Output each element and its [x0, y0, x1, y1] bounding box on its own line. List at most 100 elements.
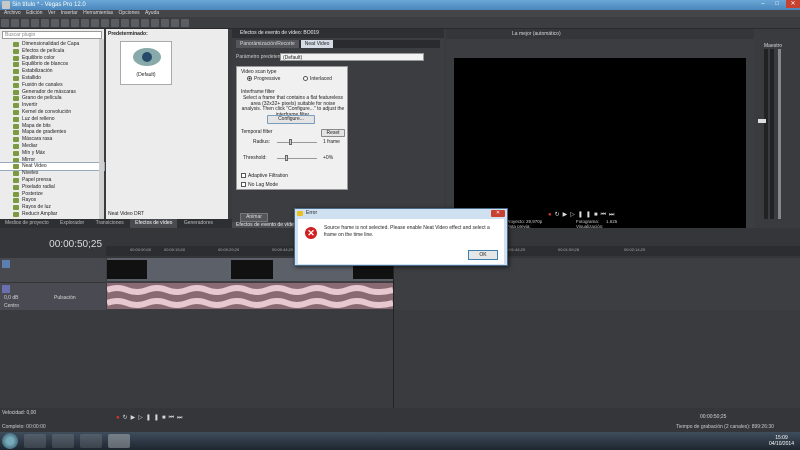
edit-tool-icon[interactable] [141, 19, 149, 27]
fx-chain-neat-video[interactable]: Neat Video [300, 40, 334, 48]
zoom-tool-icon[interactable] [171, 19, 179, 27]
effect-item[interactable]: Estallido [0, 75, 104, 82]
taskbar-firefox-icon[interactable] [80, 434, 102, 448]
tab-video-fx[interactable]: Efectos de vídeo [130, 219, 178, 228]
dialog-close-button[interactable]: ✕ [491, 210, 505, 217]
effect-item[interactable]: Papel prensa [0, 177, 104, 184]
reset-button[interactable]: Reset [321, 129, 345, 137]
new-icon[interactable] [1, 19, 9, 27]
envelope-tool-icon[interactable] [151, 19, 159, 27]
master-fader-left[interactable] [758, 119, 766, 123]
effect-item[interactable]: Luz del relleno [0, 116, 104, 123]
copy-icon[interactable] [61, 19, 69, 27]
effect-item[interactable]: Invertir [0, 102, 104, 109]
save-icon[interactable] [21, 19, 29, 27]
menu-ver[interactable]: Ver [48, 10, 56, 16]
taskbar-vegas-icon[interactable] [108, 434, 130, 448]
taskbar-chrome-icon[interactable] [52, 434, 74, 448]
stop-icon[interactable]: ■ [594, 212, 601, 218]
menu-ayuda[interactable]: Ayuda [145, 10, 159, 16]
start-button[interactable] [2, 433, 18, 449]
render-icon[interactable] [31, 19, 39, 27]
taskbar-explorer-icon[interactable] [24, 434, 46, 448]
radius-slider-thumb[interactable] [289, 139, 292, 145]
effect-item[interactable]: Máscara rasa [0, 136, 104, 143]
help-icon[interactable] [181, 19, 189, 27]
menu-herramientas[interactable]: Herramientas [83, 10, 113, 16]
cut-icon[interactable] [51, 19, 59, 27]
effect-item[interactable]: Niveles [0, 170, 104, 177]
prev-icon[interactable]: ⏮ [601, 212, 609, 218]
fx-chain-pan-crop[interactable]: Panorámización/Recorte [236, 40, 299, 48]
effect-item[interactable]: Mediar [0, 143, 104, 150]
delete-icon[interactable] [81, 19, 89, 27]
effect-item[interactable]: Posterize [0, 191, 104, 198]
effect-item[interactable]: Mapa de bits [0, 123, 104, 130]
effect-item[interactable]: Rayos de luz [0, 204, 104, 211]
effect-item[interactable]: Mirror [0, 157, 104, 164]
effect-item[interactable]: Equilibrio de blancos [0, 61, 104, 68]
progressive-radio[interactable]: Progressive [247, 76, 280, 82]
record-icon[interactable]: ● [548, 212, 555, 218]
snap-icon[interactable] [111, 19, 119, 27]
fx-preset-dropdown[interactable]: (Default) [280, 53, 424, 61]
audio-track-header[interactable]: 0,0 dB Pulsación Centro [0, 282, 106, 310]
playhead-cursor[interactable] [393, 246, 394, 408]
effect-item[interactable]: Generador de máscaras [0, 89, 104, 96]
tab-transitions[interactable]: Transiciones [91, 219, 129, 228]
tab-generators[interactable]: Generadores [179, 219, 218, 228]
menu-edicion[interactable]: Edición [26, 10, 42, 16]
effect-item[interactable]: Rayos [0, 197, 104, 204]
effect-item[interactable]: Kernel de convolución [0, 109, 104, 116]
menu-insertar[interactable]: Insertar [61, 10, 78, 16]
close-button[interactable]: ✕ [786, 0, 800, 8]
preset-default-thumbnail[interactable]: (Default) [120, 41, 172, 85]
tree-scrollbar[interactable] [99, 39, 104, 219]
effect-item[interactable]: Reducir Ampliar [0, 211, 104, 218]
effect-item[interactable]: Neat Video [0, 162, 105, 172]
minimize-button[interactable]: – [756, 0, 770, 8]
effect-item[interactable]: Estabilización [0, 68, 104, 75]
pause-icon[interactable]: ❚❚ [578, 212, 594, 218]
configure-button[interactable]: Configure... [267, 115, 315, 124]
effect-item[interactable]: Dimensionalidad de Capa [0, 41, 104, 48]
next-icon[interactable]: ⏭ [609, 212, 617, 218]
system-clock[interactable]: 15:09 04/10/2014 [769, 435, 794, 447]
redo-icon[interactable] [101, 19, 109, 27]
effect-item[interactable]: Fusión de canales [0, 82, 104, 89]
interlaced-radio[interactable]: Interlaced [303, 76, 332, 82]
effect-item[interactable]: Grano de película [0, 95, 104, 102]
adaptive-checkbox[interactable]: Adaptive Filtration [241, 173, 288, 179]
autoripple-icon[interactable] [121, 19, 129, 27]
effect-item[interactable]: Mapa de gradientes [0, 129, 104, 136]
maximize-button[interactable]: □ [770, 0, 784, 8]
threshold-slider-track[interactable] [277, 158, 317, 159]
open-icon[interactable] [11, 19, 19, 27]
loop-icon[interactable]: ↻ [555, 212, 563, 218]
video-track-header[interactable] [0, 258, 106, 282]
effect-item[interactable]: Pixelado radial [0, 184, 104, 191]
tab-project-media[interactable]: Medios de proyecto [0, 219, 54, 228]
preview-transport-controls[interactable]: ●↻▶▷❚❚■⏮⏭ [548, 211, 617, 219]
no-lag-checkbox[interactable]: No Lag Mode [241, 182, 278, 188]
selection-tool-icon[interactable] [161, 19, 169, 27]
properties-icon[interactable] [41, 19, 49, 27]
audio-event-clip[interactable] [107, 283, 393, 309]
tab-explorer[interactable]: Explorador [55, 219, 89, 228]
menu-opciones[interactable]: Opciones [119, 10, 140, 16]
paste-icon[interactable] [71, 19, 79, 27]
effect-item[interactable]: Mín y Máx [0, 150, 104, 157]
effect-item[interactable]: Equilibrio color [0, 55, 104, 62]
preview-quality-dropdown[interactable]: La mejor (automático) [512, 31, 561, 37]
menu-archivo[interactable]: Archivo [4, 10, 21, 16]
ok-button[interactable]: OK [468, 250, 498, 260]
undo-icon[interactable] [91, 19, 99, 27]
animate-button[interactable]: Animar [240, 213, 268, 222]
threshold-slider-thumb[interactable] [285, 155, 288, 161]
plugin-search-input[interactable]: Buscar plugin [2, 31, 102, 39]
effect-item[interactable]: Efectos de película [0, 48, 104, 55]
timeline-empty-area[interactable] [106, 310, 800, 408]
play-start-icon[interactable]: ▷ [570, 212, 578, 218]
radius-slider-track[interactable] [277, 142, 317, 143]
lock-icon[interactable] [131, 19, 139, 27]
